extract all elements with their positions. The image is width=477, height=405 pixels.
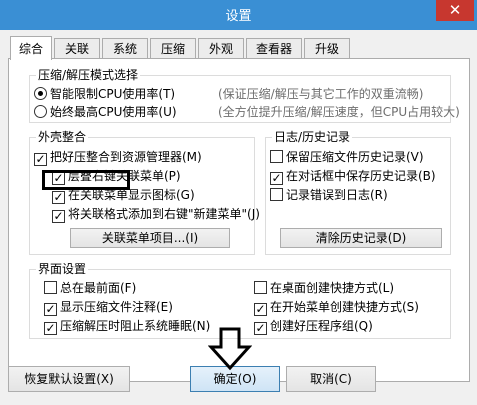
checkbox-unchecked-icon[interactable] (270, 188, 283, 201)
checkbox-checked-icon[interactable]: ✓ (44, 322, 57, 335)
compress-mode-title: 压缩/解压模式选择 (36, 68, 141, 82)
tab-association[interactable]: 关联 (54, 38, 100, 60)
checkbox-unchecked-icon[interactable] (44, 281, 57, 294)
checkbox-checked-icon[interactable]: ✓ (254, 322, 267, 335)
annotation-highlight-box (42, 170, 130, 190)
program-group-checkbox[interactable]: ✓ 创建好压程序组(Q) (254, 318, 373, 335)
always-on-top-checkbox[interactable]: 总在最前面(F) (44, 280, 136, 296)
radio-smart-cpu[interactable]: 智能限制CPU使用率(T) (34, 86, 175, 102)
window-title: 设置 (225, 9, 252, 24)
tab-compress[interactable]: 压缩 (150, 38, 196, 60)
radio-smart-cpu-hint: (保证压缩/解压与其它工作的双重流畅) (218, 87, 424, 101)
tab-update[interactable]: 升级 (304, 38, 350, 60)
close-icon: ✕ (448, 1, 462, 19)
settings-window: 设置 ✕ 综合 关联 系统 压缩 外观 查看器 升级 压缩/解压模式选择 智能限… (0, 0, 477, 405)
checkbox-unchecked-icon[interactable] (254, 281, 267, 294)
radio-max-cpu[interactable]: 始终最高CPU使用率(U) (34, 104, 177, 120)
tab-viewer[interactable]: 查看器 (246, 38, 302, 60)
checkbox-checked-icon[interactable]: ✓ (52, 210, 65, 223)
checkbox-checked-icon[interactable]: ✓ (34, 153, 47, 166)
start-menu-shortcut-checkbox[interactable]: ✓ 在开始菜单创建快捷方式(S) (254, 299, 419, 316)
close-button[interactable]: ✕ (436, 0, 474, 21)
shell-integrate-checkbox[interactable]: ✓ 把好压整合到资源管理器(M) (34, 149, 202, 166)
shell-integration-group: 外壳整合 ✓ 把好压整合到资源管理器(M) ✓ 层叠右键关联菜单(P) ✓ 在关联菜单… (29, 130, 260, 255)
checkbox-checked-icon[interactable]: ✓ (254, 303, 267, 316)
context-menu-items-button[interactable]: 关联菜单项目...(I) (70, 228, 230, 248)
history-title: 日志/历史记录 (272, 130, 353, 144)
checkbox-checked-icon[interactable]: ✓ (270, 172, 283, 185)
radio-button[interactable] (34, 105, 47, 118)
compress-mode-group: 压缩/解压模式选择 智能限制CPU使用率(T) (保证压缩/解压与其它工作的双重… (29, 68, 460, 123)
tab-general[interactable]: 综合 (10, 36, 52, 60)
reset-defaults-button[interactable]: 恢复默认设置(X) (8, 366, 130, 392)
down-arrow-icon (208, 327, 252, 371)
prevent-sleep-checkbox[interactable]: ✓ 压缩解压时阻止系统睡眠(N) (44, 318, 210, 335)
new-menu-checkbox[interactable]: ✓ 将关联格式添加到右键"新建菜单"(J) (52, 206, 260, 223)
title-bar[interactable]: 设置 ✕ (0, 0, 477, 30)
show-comments-checkbox[interactable]: ✓ 显示压缩文件注释(E) (44, 299, 173, 316)
shell-integration-title: 外壳整合 (36, 130, 89, 144)
dialog-history-checkbox[interactable]: ✓ 在对话框中保存历史记录(B) (270, 168, 436, 185)
log-errors-checkbox[interactable]: 记录错误到日志(R) (270, 187, 388, 203)
desktop-shortcut-checkbox[interactable]: 在桌面创建快捷方式(L) (254, 280, 394, 296)
checkbox-unchecked-icon[interactable] (270, 150, 283, 163)
cancel-button[interactable]: 取消(C) (286, 366, 376, 392)
radio-max-cpu-hint: (全方位提升压缩/解压速度，但CPU占用较大) (218, 105, 460, 119)
keep-archive-history-checkbox[interactable]: 保留压缩文件历史记录(V) (270, 149, 424, 165)
radio-selected-dot (38, 91, 43, 96)
radio-button[interactable] (34, 87, 47, 100)
clear-history-button[interactable]: 清除历史记录(D) (280, 228, 442, 248)
checkbox-checked-icon[interactable]: ✓ (44, 303, 57, 316)
checkbox-checked-icon[interactable]: ✓ (52, 191, 65, 204)
interface-settings-title: 界面设置 (36, 262, 89, 276)
history-group: 日志/历史记录 保留压缩文件历史记录(V) ✓ 在对话框中保存历史记录(B) 记录… (265, 130, 451, 255)
tab-system[interactable]: 系统 (102, 38, 148, 60)
tab-appearance[interactable]: 外观 (198, 38, 244, 60)
